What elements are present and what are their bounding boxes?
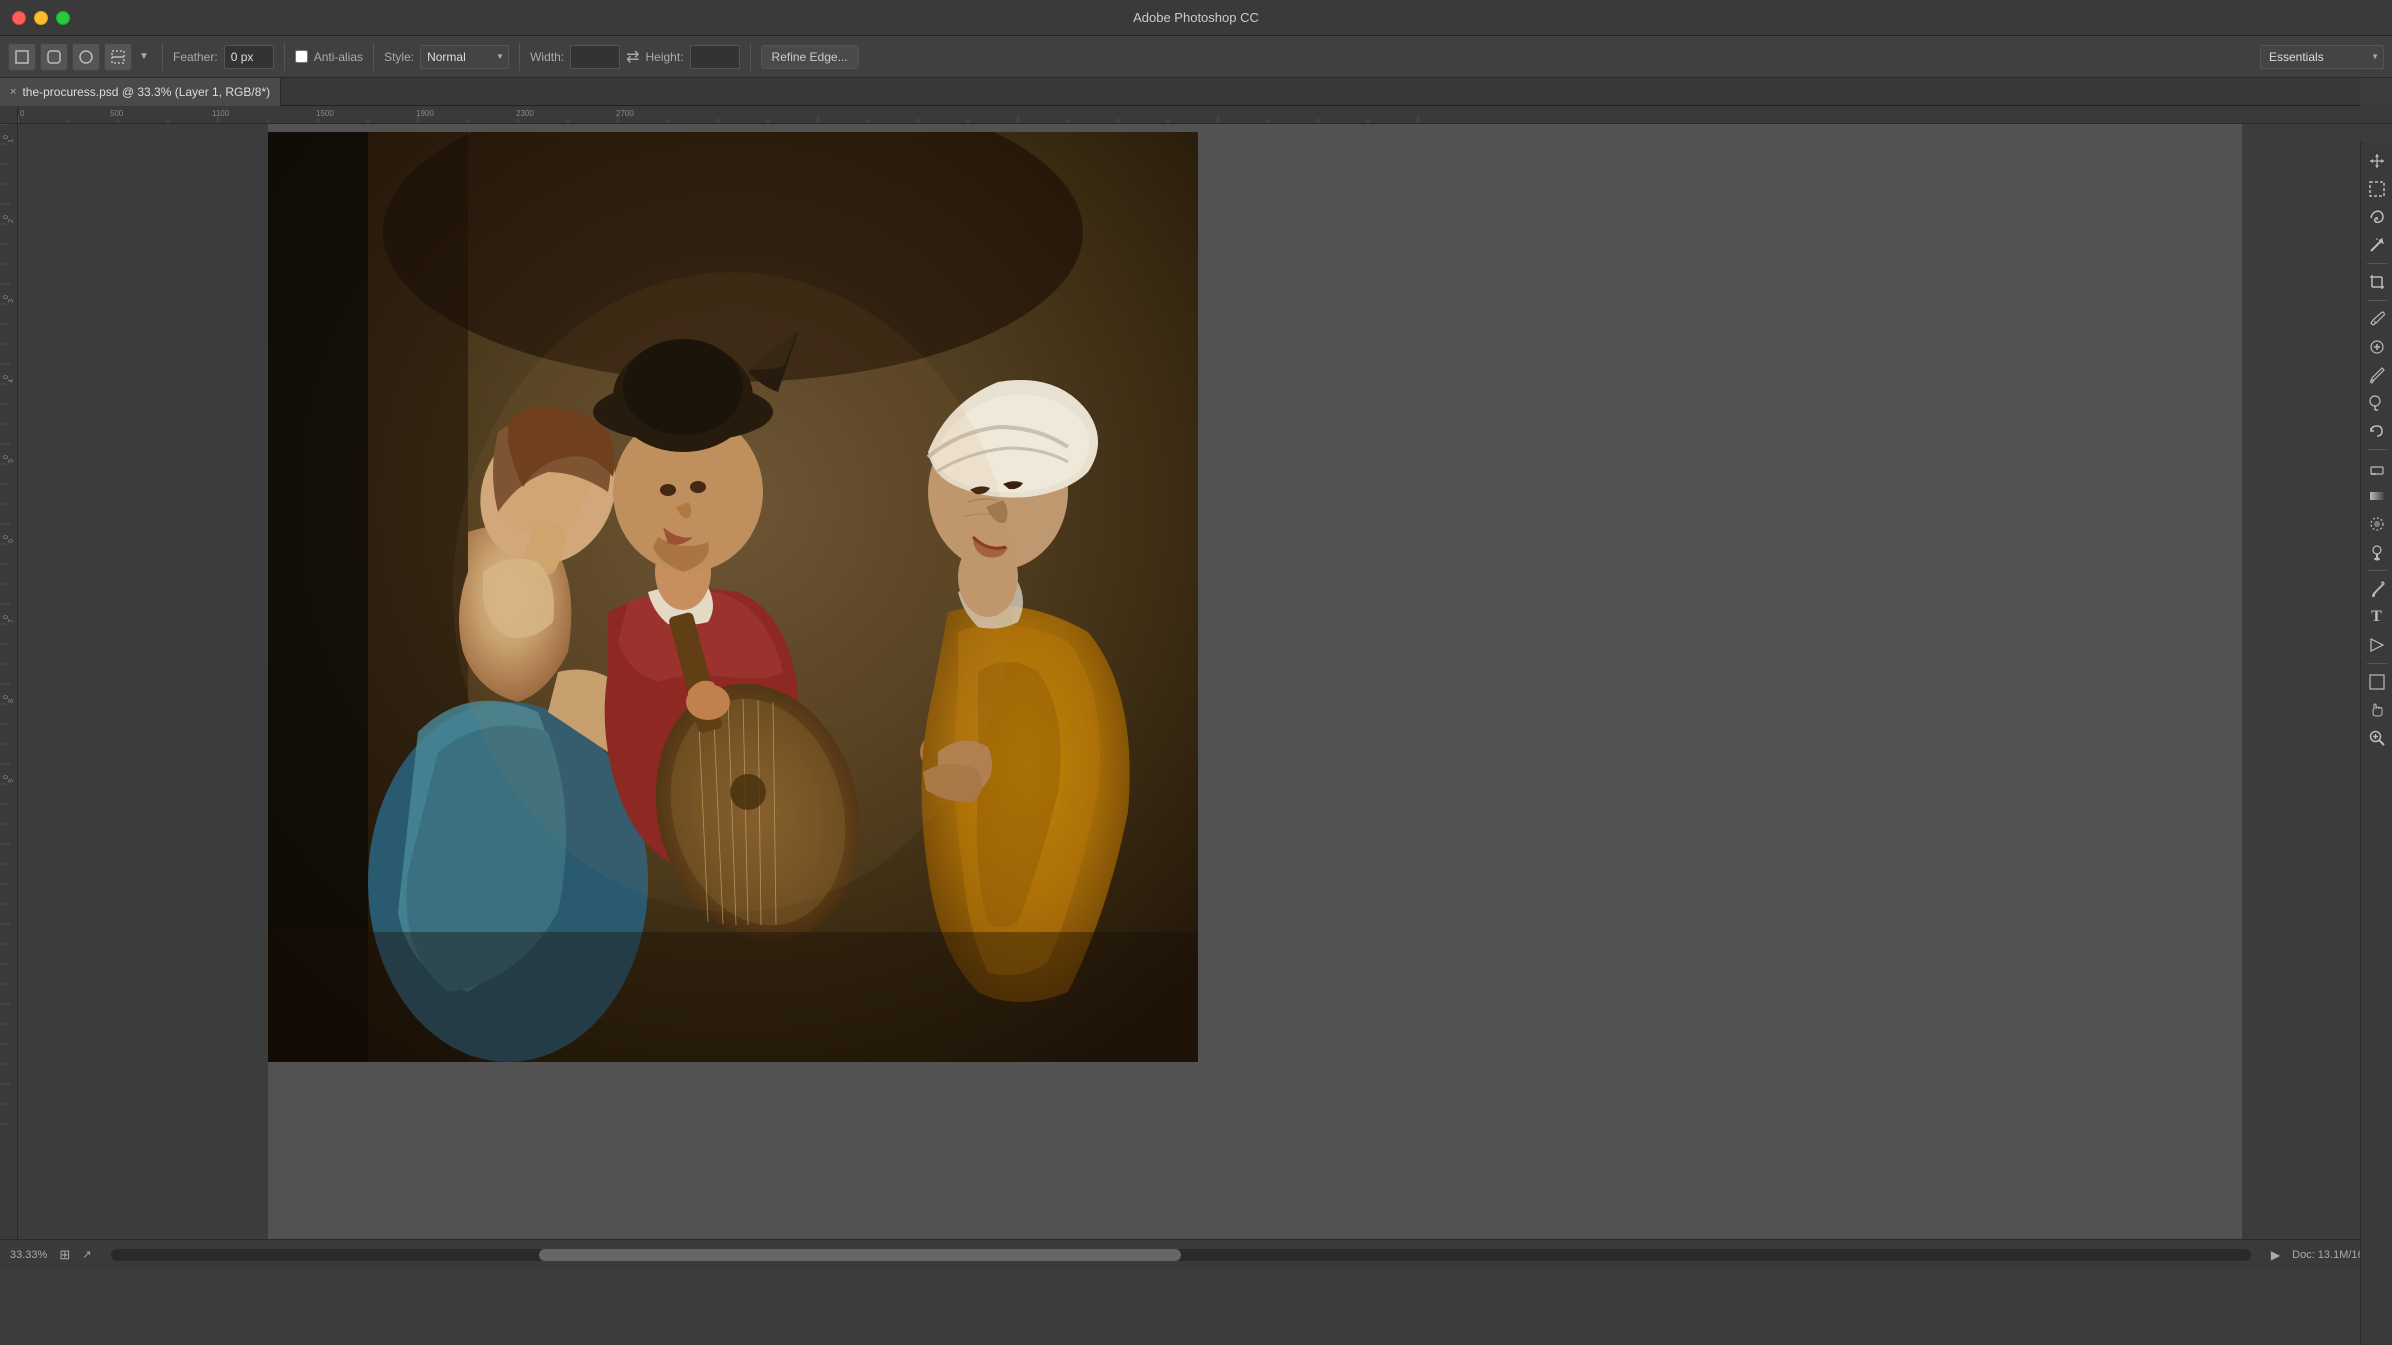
- width-input[interactable]: [570, 45, 620, 69]
- clone-stamp-tool[interactable]: [2364, 390, 2390, 416]
- brush-tool[interactable]: [2364, 362, 2390, 388]
- marquee-ellipse-btn[interactable]: [72, 43, 100, 71]
- svg-text:0: 0: [3, 135, 10, 139]
- style-label: Style:: [384, 50, 414, 64]
- horizontal-scrollbar[interactable]: [111, 1249, 2250, 1261]
- marquee-tool[interactable]: [2364, 176, 2390, 202]
- gradient-tool[interactable]: [2364, 483, 2390, 509]
- doc-tab-close[interactable]: ×: [10, 86, 16, 98]
- eyedropper-tool[interactable]: [2364, 306, 2390, 332]
- lasso-tool[interactable]: [2364, 204, 2390, 230]
- rt-sep-2: [2367, 300, 2387, 301]
- toolbar: ▼ Feather: Anti-alias Style: Normal Fixe…: [0, 36, 2392, 78]
- marquee-tool-options: ▼: [8, 43, 152, 71]
- blur-tool[interactable]: [2364, 511, 2390, 537]
- height-label: Height:: [646, 50, 684, 64]
- rt-sep-5: [2367, 663, 2387, 664]
- width-label: Width:: [530, 50, 564, 64]
- rt-sep-1: [2367, 263, 2387, 264]
- move-tool[interactable]: [2364, 148, 2390, 174]
- shape-tool[interactable]: [2364, 669, 2390, 695]
- height-input[interactable]: [690, 45, 740, 69]
- style-select-wrapper[interactable]: Normal Fixed Ratio Fixed Size: [420, 45, 509, 69]
- statusbar: 33.33% ⊞ ↗ ▶ Doc: 13.1M/16.5M: [0, 1239, 2392, 1269]
- crop-tool[interactable]: [2364, 269, 2390, 295]
- marquee-single-row-btn[interactable]: [104, 43, 132, 71]
- anti-alias-label: Anti-alias: [314, 50, 363, 64]
- doc-tab[interactable]: × the-procuress.psd @ 33.3% (Layer 1, RG…: [0, 78, 281, 106]
- pen-tool[interactable]: [2364, 576, 2390, 602]
- doc-tab-bar: × the-procuress.psd @ 33.3% (Layer 1, RG…: [0, 78, 2360, 106]
- eraser-tool[interactable]: [2364, 455, 2390, 481]
- vertical-ruler: 1 0 2 0 3 0 4 0 5 0 6 0 7 0 8: [0, 124, 18, 1239]
- info-icon[interactable]: ↗: [82, 1248, 91, 1261]
- svg-text:0: 0: [20, 109, 25, 118]
- canvas-with-vruler: 1 0 2 0 3 0 4 0 5 0 6 0 7 0 8: [0, 124, 2392, 1239]
- zoom-level: 33.33%: [10, 1249, 47, 1261]
- navigator-icon[interactable]: ⊞: [59, 1247, 70, 1263]
- painting-svg: [268, 132, 1198, 1062]
- svg-text:0: 0: [3, 375, 10, 379]
- essentials-wrapper[interactable]: Essentials 3D Graphic and Web Motion Pai…: [2260, 45, 2384, 69]
- svg-text:0: 0: [3, 695, 10, 699]
- svg-text:0: 0: [3, 215, 10, 219]
- close-button[interactable]: [12, 11, 26, 25]
- zoom-tool[interactable]: [2364, 725, 2390, 751]
- scrollbar-thumb[interactable]: [539, 1249, 1181, 1261]
- rt-sep-4: [2367, 570, 2387, 571]
- anti-alias-checkbox[interactable]: [295, 50, 308, 63]
- doc-tab-title: the-procuress.psd @ 33.3% (Layer 1, RGB/…: [22, 85, 270, 99]
- refine-edge-button[interactable]: Refine Edge...: [761, 45, 859, 69]
- ruler-row: 0: [0, 106, 2392, 124]
- right-toolbar: T: [2360, 142, 2392, 1345]
- svg-text:2300: 2300: [516, 109, 534, 118]
- essentials-select[interactable]: Essentials 3D Graphic and Web Motion Pai…: [2260, 45, 2384, 69]
- svg-text:1900: 1900: [416, 109, 434, 118]
- sep-1: [162, 43, 163, 71]
- canvas-container[interactable]: [18, 124, 2392, 1239]
- sep-5: [750, 43, 751, 71]
- sep-2: [284, 43, 285, 71]
- maximize-button[interactable]: [56, 11, 70, 25]
- h-ruler-svg: 0: [18, 106, 2392, 124]
- magic-wand-tool[interactable]: [2364, 232, 2390, 258]
- play-button[interactable]: ▶: [2271, 1248, 2280, 1262]
- swap-icon[interactable]: ⇄: [626, 47, 639, 67]
- svg-text:1100: 1100: [212, 109, 230, 118]
- window-controls[interactable]: [12, 11, 70, 25]
- v-ruler-svg: 1 0 2 0 3 0 4 0 5 0 6 0 7 0 8: [0, 124, 18, 1239]
- hand-tool[interactable]: [2364, 697, 2390, 723]
- rt-sep-3: [2367, 449, 2387, 450]
- style-select[interactable]: Normal Fixed Ratio Fixed Size: [420, 45, 509, 69]
- marquee-rect-btn[interactable]: [8, 43, 36, 71]
- main-content: 0: [0, 106, 2392, 1239]
- svg-text:1500: 1500: [316, 109, 334, 118]
- horizontal-ruler: 0: [18, 106, 2392, 124]
- healing-brush-tool[interactable]: [2364, 334, 2390, 360]
- painting-frame: [268, 132, 1198, 1062]
- svg-text:0: 0: [3, 295, 10, 299]
- titlebar: Adobe Photoshop CC: [0, 0, 2392, 36]
- svg-text:500: 500: [110, 109, 124, 118]
- svg-text:0: 0: [3, 775, 10, 779]
- minimize-button[interactable]: [34, 11, 48, 25]
- feather-input[interactable]: [224, 45, 274, 69]
- canvas-left-margin: [18, 124, 268, 1239]
- svg-text:0: 0: [3, 615, 10, 619]
- dropdown-arrow-btn[interactable]: ▼: [136, 43, 152, 71]
- ruler-corner: [0, 106, 18, 124]
- sep-4: [519, 43, 520, 71]
- feather-label: Feather:: [173, 50, 218, 64]
- app-title: Adobe Photoshop CC: [1133, 10, 1259, 25]
- type-tool[interactable]: T: [2364, 604, 2390, 630]
- svg-text:2700: 2700: [616, 109, 634, 118]
- dodge-tool[interactable]: [2364, 539, 2390, 565]
- svg-text:0: 0: [3, 535, 10, 539]
- path-select-tool[interactable]: [2364, 632, 2390, 658]
- canvas-area: 0: [0, 106, 2392, 1239]
- history-brush-tool[interactable]: [2364, 418, 2390, 444]
- sep-3: [373, 43, 374, 71]
- svg-text:0: 0: [3, 455, 10, 459]
- marquee-roundrect-btn[interactable]: [40, 43, 68, 71]
